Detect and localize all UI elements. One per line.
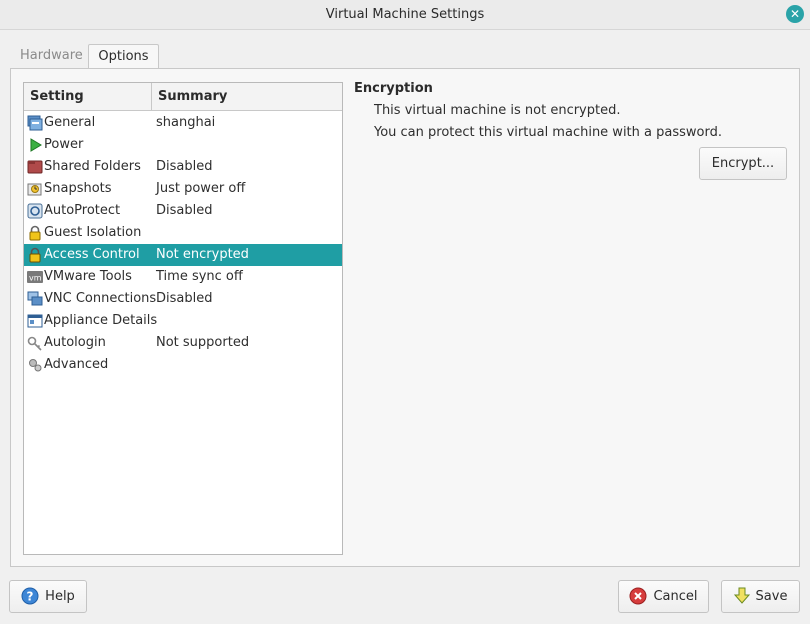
help-button[interactable]: ? Help [9, 580, 87, 613]
guest-isolation-icon [29, 225, 41, 241]
cancel-button[interactable]: Cancel [618, 580, 709, 613]
vmware-tools-icon: vm [27, 271, 43, 283]
column-header-setting[interactable]: Setting [30, 89, 84, 104]
help-button-label: Help [45, 589, 75, 604]
list-item-advanced[interactable]: Advanced [24, 354, 342, 376]
list-item-appliance-details[interactable]: Appliance Details [24, 310, 342, 332]
tab-options[interactable]: Options [88, 44, 159, 69]
cancel-icon [629, 587, 647, 604]
tab-hardware[interactable]: Hardware [10, 44, 86, 69]
encryption-hint-text: You can protect this virtual machine wit… [374, 125, 722, 140]
svg-text:?: ? [27, 589, 34, 603]
list-item-vnc-connections[interactable]: VNC Connections Disabled [24, 288, 342, 310]
vnc-connections-icon [27, 291, 43, 306]
list-item-general[interactable]: General shanghai [24, 112, 342, 134]
column-divider[interactable] [151, 83, 152, 111]
title-bar: Virtual Machine Settings ✕ [0, 0, 810, 30]
general-icon [27, 115, 43, 131]
list-item-power[interactable]: Power [24, 134, 342, 156]
access-control-icon [29, 247, 41, 263]
shared-folders-icon [27, 160, 43, 174]
list-item-autologin[interactable]: Autologin Not supported [24, 332, 342, 354]
list-header: Setting Summary [24, 83, 342, 111]
options-panel: Setting Summary General shanghai Power S… [10, 68, 800, 567]
help-icon: ? [21, 587, 39, 604]
cancel-button-label: Cancel [653, 589, 698, 604]
svg-text:vm: vm [29, 274, 42, 283]
advanced-icon [29, 359, 42, 372]
save-icon [733, 587, 750, 604]
save-button[interactable]: Save [721, 580, 800, 613]
list-item-vmware-tools[interactable]: vm VMware Tools Time sync off [24, 266, 342, 288]
encryption-status-text: This virtual machine is not encrypted. [374, 103, 621, 118]
settings-list: Setting Summary General shanghai Power S… [23, 82, 343, 555]
power-icon [30, 138, 42, 152]
snapshots-icon [27, 183, 42, 196]
list-item-shared-folders[interactable]: Shared Folders Disabled [24, 156, 342, 178]
list-item-snapshots[interactable]: Snapshots Just power off [24, 178, 342, 200]
window-title: Virtual Machine Settings [325, 7, 485, 22]
list-item-autoprotect[interactable]: AutoProtect Disabled [24, 200, 342, 222]
column-header-summary[interactable]: Summary [158, 89, 227, 104]
list-item-guest-isolation[interactable]: Guest Isolation [24, 222, 342, 244]
autologin-icon [27, 336, 42, 351]
close-icon[interactable]: ✕ [786, 5, 804, 23]
autoprotect-icon [27, 203, 43, 219]
encrypt-button[interactable]: Encrypt... [699, 147, 787, 180]
appliance-details-icon [27, 314, 43, 328]
save-button-label: Save [755, 589, 788, 604]
encryption-heading: Encryption [354, 81, 433, 96]
list-item-access-control[interactable]: Access Control Not encrypted [24, 244, 342, 266]
